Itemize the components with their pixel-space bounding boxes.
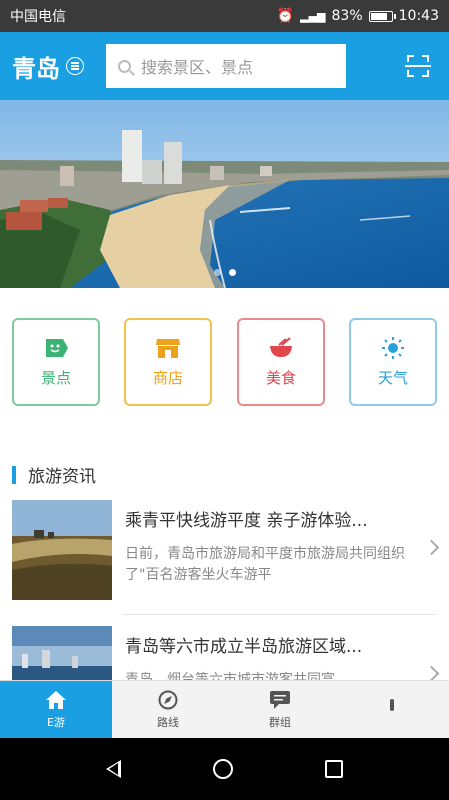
home-circle-icon[interactable] [213, 759, 233, 779]
news-title: 乘青平快线游平度 亲子游体验... [125, 511, 368, 531]
category-label: 商店 [152, 368, 183, 387]
tab-label: E游 [47, 716, 65, 729]
section-accent-bar [12, 465, 16, 484]
app-header: 青岛 搜索景区、景点 [0, 32, 449, 100]
news-description: 日前，青岛市旅游局和平度市旅游局共同组织了"百名游客坐火车游平 [125, 546, 405, 583]
carousel-dot[interactable] [213, 269, 221, 276]
search-placeholder: 搜索景区、景点 [141, 58, 254, 77]
news-thumbnail [12, 500, 112, 600]
category-food-button[interactable]: 美食 [237, 318, 325, 406]
recent-apps-icon[interactable] [325, 760, 343, 778]
tab-groups[interactable]: 群组 [224, 681, 336, 739]
tab-routes[interactable]: 路线 [112, 681, 224, 739]
tab-profile[interactable] [336, 681, 448, 739]
category-label: 天气 [377, 368, 408, 387]
banner-image [0, 100, 449, 288]
chat-icon [270, 691, 290, 709]
home-icon [46, 691, 66, 709]
category-grid: 景点 商店 美食 天气 [12, 318, 437, 406]
chevron-right-icon [423, 539, 440, 556]
section-title: 旅游资讯 [28, 467, 96, 487]
category-label: 景点 [40, 368, 71, 387]
scan-icon[interactable] [405, 55, 431, 77]
chevron-right-icon [423, 665, 440, 682]
signal-icon: ▂▄▆ [300, 9, 326, 23]
carousel-indicators [0, 269, 449, 276]
back-icon[interactable] [106, 760, 121, 778]
system-navigation-bar [0, 738, 449, 800]
category-shops-button[interactable]: 商店 [124, 318, 212, 406]
city-menu-icon[interactable] [66, 57, 84, 75]
shop-icon [156, 338, 180, 358]
city-selector[interactable]: 青岛 [12, 49, 60, 84]
category-scenic-spots-button[interactable]: 景点 [12, 318, 100, 406]
person-icon [390, 699, 394, 711]
carrier-name: 中国电信 [10, 9, 66, 25]
tab-label: 群组 [269, 716, 291, 729]
tag-icon [46, 338, 68, 357]
banner-carousel[interactable] [0, 100, 449, 288]
search-icon [118, 59, 131, 73]
sun-icon [382, 336, 404, 359]
category-label: 美食 [265, 368, 296, 387]
status-indicators: ⏰ ▂▄▆ 83% 10:43 [277, 8, 439, 24]
alarm-icon: ⏰ [276, 8, 295, 24]
divider [122, 614, 437, 615]
compass-icon [158, 690, 178, 710]
carousel-dot-active[interactable] [228, 269, 236, 276]
food-icon [270, 336, 292, 357]
category-weather-button[interactable]: 天气 [349, 318, 437, 406]
clock: 10:43 [398, 8, 439, 24]
battery-percent: 83% [331, 8, 363, 24]
news-title: 青岛等六市成立半岛旅游区域... [125, 637, 363, 657]
status-bar: 中国电信 ⏰ ▂▄▆ 83% 10:43 [0, 0, 449, 32]
news-item[interactable]: 乘青平快线游平度 亲子游体验... 日前，青岛市旅游局和平度市旅游局共同组织了"… [12, 500, 440, 600]
tab-label: 路线 [157, 716, 179, 729]
battery-icon [368, 10, 396, 22]
bottom-tab-bar: E游 路线 群组 [0, 680, 449, 739]
search-input[interactable]: 搜索景区、景点 [106, 44, 346, 88]
tab-e-travel[interactable]: E游 [0, 681, 112, 739]
section-heading: 旅游资讯 [12, 462, 96, 487]
